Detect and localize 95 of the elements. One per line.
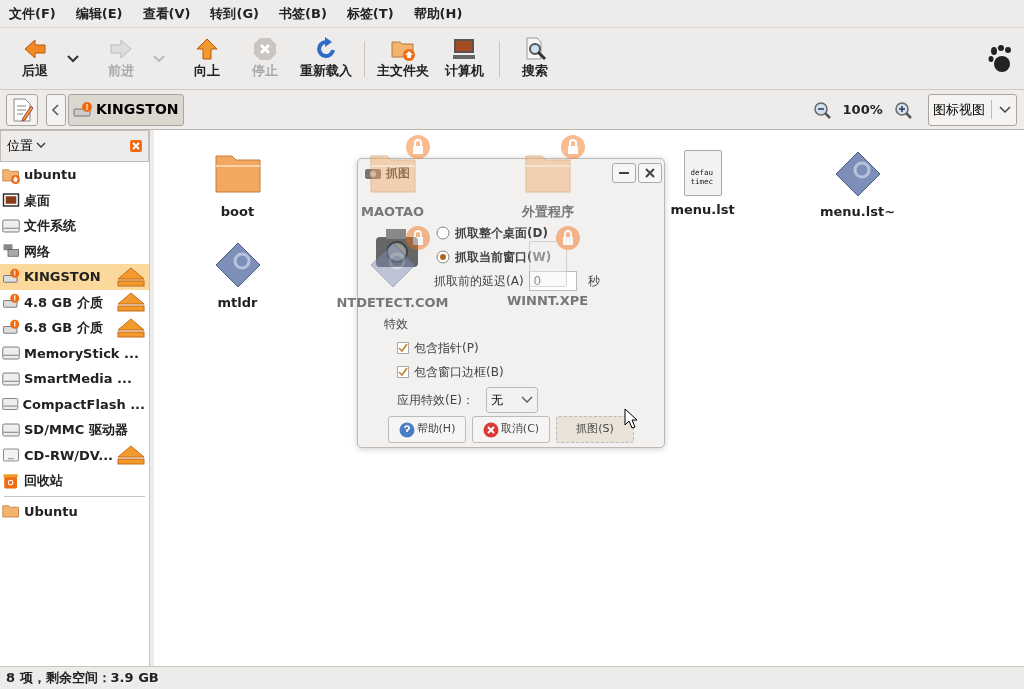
sidebar-item[interactable]: ubuntu [0, 162, 149, 188]
toolbar-button[interactable]: 计算机 [435, 34, 493, 83]
edit-location-button[interactable] [6, 93, 38, 126]
sidebar-item[interactable]: Ubuntu [0, 498, 149, 524]
view-selector[interactable]: 图标视图 [928, 93, 1017, 126]
usb-drive-icon [2, 267, 20, 286]
search-icon [523, 36, 547, 61]
option-label: 抓取当前窗口(W) [455, 249, 552, 266]
sidebar-item[interactable]: CompactFlash ... [0, 391, 149, 417]
minimize-icon [619, 172, 629, 174]
chevron-icon [51, 102, 61, 117]
eject-icon[interactable] [117, 292, 145, 313]
option-label: 抓取整个桌面(D) [455, 225, 548, 242]
help-icon [398, 421, 415, 438]
eject-icon[interactable] [117, 317, 145, 338]
menu-item[interactable]: 书签(B) [279, 3, 327, 24]
sidebar-item[interactable]: 4.8 GB 介质 [0, 289, 149, 315]
toolbar-button[interactable]: 向上 [178, 34, 236, 83]
caret-icon [36, 142, 47, 150]
back-arrow-icon [23, 36, 47, 61]
delay-label: 抓取前的延迟(A) [434, 273, 524, 290]
file-name[interactable]: NTDETECT.COM [336, 293, 449, 313]
drive-icon [2, 344, 20, 363]
back-button[interactable] [46, 93, 66, 126]
unit-label: 秒 [588, 273, 601, 290]
sidebar-item[interactable]: 文件系统 [0, 213, 149, 239]
checkbox[interactable] [397, 342, 409, 355]
computer-icon [452, 36, 476, 61]
drive-icon [2, 369, 20, 388]
menu-item[interactable]: 文件(F) [9, 3, 56, 24]
file-name[interactable]: mtldr [217, 293, 258, 313]
menu-item[interactable]: 标签(T) [346, 3, 394, 24]
camera-icon [364, 166, 382, 180]
file-name[interactable]: menu.lst~ [819, 202, 896, 222]
caret-icon [998, 104, 1012, 115]
sidebar-selector[interactable]: 位置 [7, 136, 47, 156]
close-icon[interactable] [130, 140, 142, 152]
eject-icon[interactable] [117, 445, 145, 466]
close-button[interactable] [638, 163, 662, 183]
file-name[interactable]: MAOTAO [361, 202, 424, 222]
dialog-title: 抓图 [386, 165, 410, 182]
radio-button[interactable] [436, 250, 450, 264]
usb-drive-icon [73, 101, 93, 118]
radio-button[interactable] [436, 226, 450, 240]
menu-item[interactable]: 转到(G) [210, 3, 260, 24]
toolbar-button[interactable]: 重新载入 [294, 34, 358, 83]
drive-icon [2, 216, 20, 235]
close-icon [645, 168, 655, 178]
minimize-button[interactable] [612, 163, 636, 183]
sidebar-item[interactable]: 回收站 [0, 468, 149, 494]
effect-label: 应用特效(E)： [397, 391, 474, 409]
path-button[interactable]: KINGSTON [68, 93, 184, 126]
file-name[interactable]: WINNT.XPE [506, 291, 589, 311]
dialog-button[interactable]: 抓图(S) [556, 416, 634, 443]
folder-icon [2, 502, 20, 521]
eject-icon[interactable] [117, 266, 145, 287]
drive-icon [2, 420, 20, 439]
checkbox[interactable] [397, 366, 409, 379]
sidebar-item[interactable]: 6.8 GB 介质 [0, 315, 149, 341]
lock-icon [404, 134, 431, 160]
sidebar-item[interactable]: SmartMedia ... [0, 366, 149, 392]
file-name[interactable]: 外置程序 [521, 202, 574, 222]
status-text: 8 项，剩余空间：3.9 GB [0, 666, 1024, 689]
stop-icon [253, 36, 277, 61]
sidebar-item[interactable]: CD-RW/DV... [0, 442, 149, 468]
footprint-logo-icon [988, 44, 1012, 73]
up-arrow-icon [195, 36, 219, 61]
lock-icon [559, 134, 586, 160]
sidebar-item[interactable]: 网络 [0, 238, 149, 264]
caret-icon [520, 395, 533, 404]
zoom-level: 100% [842, 100, 883, 119]
zoom-out-icon[interactable] [813, 100, 832, 119]
effect-dropdown[interactable]: 无 [485, 386, 538, 413]
sidebar-item[interactable]: KINGSTON [0, 264, 149, 290]
checkbox-label: 包含窗口边框(B) [414, 364, 504, 382]
menu-item[interactable]: 查看(V) [142, 3, 191, 24]
file-name[interactable]: menu.lst [670, 200, 735, 220]
file-name[interactable]: boot [220, 202, 255, 222]
dialog-button[interactable]: 取消(C) [472, 416, 550, 443]
sidebar-item[interactable]: MemoryStick ... [0, 340, 149, 366]
menu-item[interactable]: 帮助(H) [413, 3, 463, 24]
checkbox-label: 包含指针(P) [414, 340, 479, 358]
sidebar-item[interactable]: SD/MMC 驱动器 [0, 417, 149, 443]
mouse-pointer-icon [624, 408, 638, 430]
toolbar-button[interactable]: 后退 [6, 34, 64, 83]
toolbar-button[interactable]: 搜索 [506, 34, 564, 83]
section-title: 特效 [384, 316, 408, 333]
reload-icon [314, 36, 338, 61]
zoom-in-icon[interactable] [894, 100, 912, 119]
note-pencil-icon [11, 97, 33, 122]
dialog-button[interactable]: 帮助(H) [388, 416, 466, 443]
toolbar-button[interactable]: 主文件夹 [371, 34, 435, 83]
menu-item[interactable]: 编辑(E) [75, 3, 123, 24]
cancel-icon [482, 421, 499, 438]
sidebar-item[interactable]: 桌面 [0, 187, 149, 213]
